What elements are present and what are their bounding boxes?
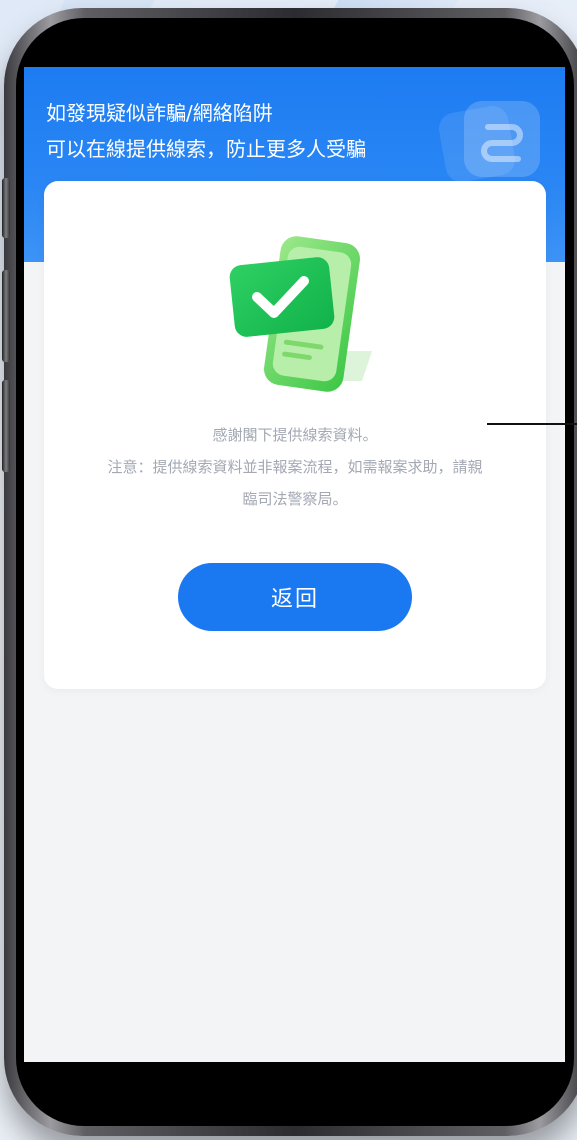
- app-screen: 如發現疑似詐騙/網絡陷阱 可以在線提供線索，防止更多人受騙 感謝閣下提供線索資料…: [24, 67, 565, 1062]
- success-check-icon: [212, 231, 382, 411]
- notice-text-line-2: 臨司法警察局。: [242, 490, 348, 508]
- phone-side-button: [2, 270, 10, 362]
- thanks-message: 感謝閣下提供線索資料。: [212, 426, 378, 444]
- result-card: 感謝閣下提供線索資料。 注意：提供線索資料並非報案流程，如需報案求助，請親 臨司…: [44, 181, 546, 689]
- phone-side-button: [2, 178, 10, 238]
- app-logo-icon: [464, 101, 540, 177]
- annotation-pointer-line: [487, 423, 577, 425]
- stage: 如發現疑似詐騙/網絡陷阱 可以在線提供線索，防止更多人受騙 感謝閣下提供線索資料…: [0, 0, 577, 1140]
- title-line-1: 如發現疑似詐騙/網絡陷阱: [46, 101, 273, 125]
- title-line-2: 可以在線提供線索，防止更多人受騙: [46, 137, 366, 161]
- notice-text-line-1: 注意：提供線索資料並非報案流程，如需報案求助，請親: [107, 458, 483, 476]
- page-title: 如發現疑似詐騙/網絡陷阱 可以在線提供線索，防止更多人受騙: [46, 95, 366, 167]
- phone-side-button: [2, 380, 10, 472]
- back-button[interactable]: 返回: [178, 563, 412, 631]
